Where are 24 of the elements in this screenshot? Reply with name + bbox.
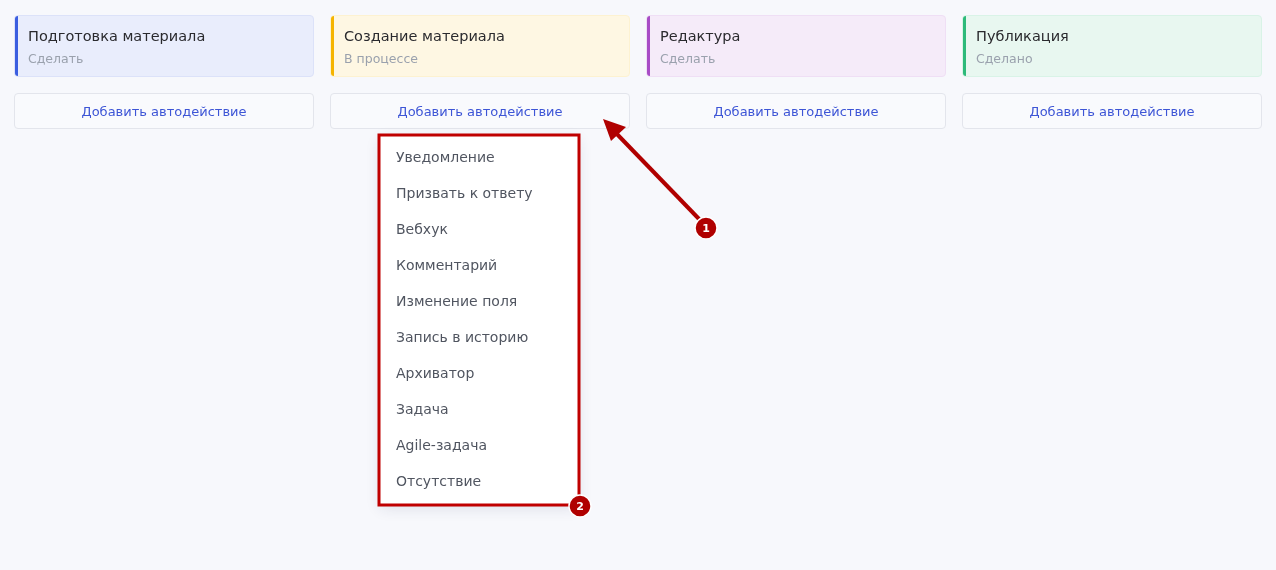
stage-status: Сделано — [976, 51, 1034, 66]
menu-item[interactable]: Задача — [380, 391, 449, 427]
stage-title: Подготовка материала — [28, 28, 206, 44]
stage-status: Сделать — [660, 51, 717, 66]
stage-title: Публикация — [976, 28, 1069, 44]
number-badge: 2 — [568, 494, 592, 518]
menu-item[interactable]: Архиватор — [380, 355, 475, 391]
stage-status: Сделать — [28, 51, 85, 66]
menu-item[interactable]: Вебхук — [380, 211, 448, 247]
number-badge: 1 — [694, 216, 718, 240]
menu-item[interactable]: Отсутствие — [380, 463, 482, 499]
stage-title: Редактура — [660, 28, 741, 44]
add-automation-button[interactable]: Добавить автодействие — [646, 93, 946, 129]
add-automation-button[interactable]: Добавить автодействие — [962, 93, 1262, 129]
add-automation-button[interactable]: Добавить автодействие — [330, 93, 630, 129]
menu-item[interactable]: Уведомление — [380, 139, 495, 175]
menu-item[interactable]: Изменение поля — [380, 283, 518, 319]
stage-title: Создание материала — [344, 28, 505, 44]
menu-item[interactable]: Комментарий — [380, 247, 498, 283]
add-automation-button[interactable]: Добавить автодействие — [14, 93, 314, 129]
menu-item[interactable]: Agile-задача — [380, 427, 488, 463]
stage-status: В процессе — [344, 51, 419, 66]
menu-item[interactable]: Запись в историю — [380, 319, 529, 355]
menu-item[interactable]: Призвать к ответу — [380, 175, 533, 211]
